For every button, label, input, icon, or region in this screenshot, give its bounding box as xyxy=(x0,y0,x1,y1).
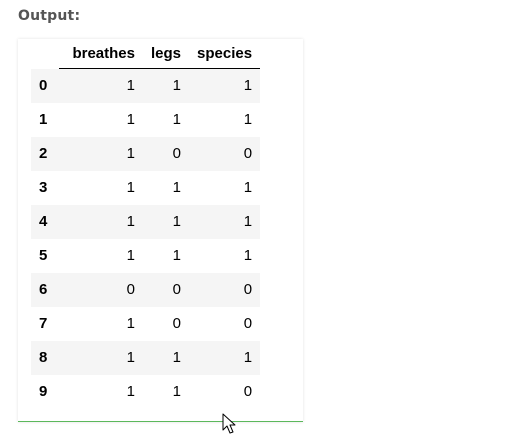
row-index: 3 xyxy=(39,179,48,196)
cell-species: 1 xyxy=(243,349,253,366)
cell-species: 1 xyxy=(243,213,253,230)
row-index: 7 xyxy=(39,315,48,332)
row-index: 9 xyxy=(39,383,48,400)
cell-legs: 0 xyxy=(172,281,182,298)
column-header-breathes: breathes xyxy=(59,39,143,69)
cell-species: 1 xyxy=(243,77,253,95)
row-index: 1 xyxy=(39,111,48,128)
page: Output: breathes legs species 0 1 1 1 1 … xyxy=(0,0,509,447)
cell-breathes: 1 xyxy=(126,179,135,196)
table-row: 4 1 1 1 xyxy=(31,204,261,239)
cell-breathes: 1 xyxy=(126,213,135,230)
cell-breathes: 1 xyxy=(126,247,135,264)
cell-species: 0 xyxy=(243,383,253,400)
cell-legs: 1 xyxy=(172,111,182,128)
mouse-pointer-icon xyxy=(222,413,236,434)
index-header xyxy=(31,39,59,69)
table-row: 7 1 0 0 xyxy=(31,307,260,341)
cell-legs: 1 xyxy=(172,383,182,400)
cell-legs: 1 xyxy=(172,247,182,264)
output-label: Output: xyxy=(18,8,81,24)
cell-species: 1 xyxy=(243,179,253,196)
table-row: 8 1 1 1 xyxy=(31,340,261,375)
cell-legs: 0 xyxy=(172,145,182,162)
row-index: 2 xyxy=(39,145,48,162)
table-row: 2 1 0 0 xyxy=(31,136,261,171)
table-row: 5 1 1 1 xyxy=(31,239,260,273)
cell-legs: 1 xyxy=(172,77,182,95)
row-index: 4 xyxy=(39,213,48,230)
cell-species: 1 xyxy=(243,247,253,264)
cell-legs: 1 xyxy=(172,179,182,196)
cell-breathes: 1 xyxy=(126,383,135,400)
row-index: 5 xyxy=(39,247,48,264)
table-row: 9 1 1 0 xyxy=(31,375,260,409)
table-row: 0 1 1 1 xyxy=(31,68,261,103)
cell-species: 0 xyxy=(243,145,253,162)
cell-breathes: 1 xyxy=(126,315,135,332)
cell-species: 0 xyxy=(243,281,253,298)
column-header-legs: legs xyxy=(143,39,190,69)
row-index: 8 xyxy=(39,349,48,366)
cell-species: 1 xyxy=(243,111,253,128)
cell-species: 0 xyxy=(243,315,253,332)
table-row: 1 1 1 1 xyxy=(31,103,260,137)
cell-breathes: 1 xyxy=(126,77,135,95)
table-header-row: breathes legs species xyxy=(31,39,261,69)
table-row: 3 1 1 1 xyxy=(31,171,260,205)
cell-breathes: 0 xyxy=(126,281,135,298)
table-row: 6 0 0 0 xyxy=(31,272,261,307)
row-index: 6 xyxy=(39,281,48,298)
dataframe-table: breathes legs species 0 1 1 1 1 1 1 1 2 … xyxy=(31,39,261,409)
cell-breathes: 1 xyxy=(126,145,135,162)
column-header-species: species xyxy=(189,39,261,69)
cell-legs: 1 xyxy=(172,349,182,366)
cell-legs: 0 xyxy=(172,315,182,332)
cell-breathes: 1 xyxy=(126,111,135,128)
cell-breathes: 1 xyxy=(126,349,135,366)
row-index: 0 xyxy=(39,77,48,94)
output-panel: breathes legs species 0 1 1 1 1 1 1 1 2 … xyxy=(18,39,303,422)
cell-legs: 1 xyxy=(172,213,182,230)
